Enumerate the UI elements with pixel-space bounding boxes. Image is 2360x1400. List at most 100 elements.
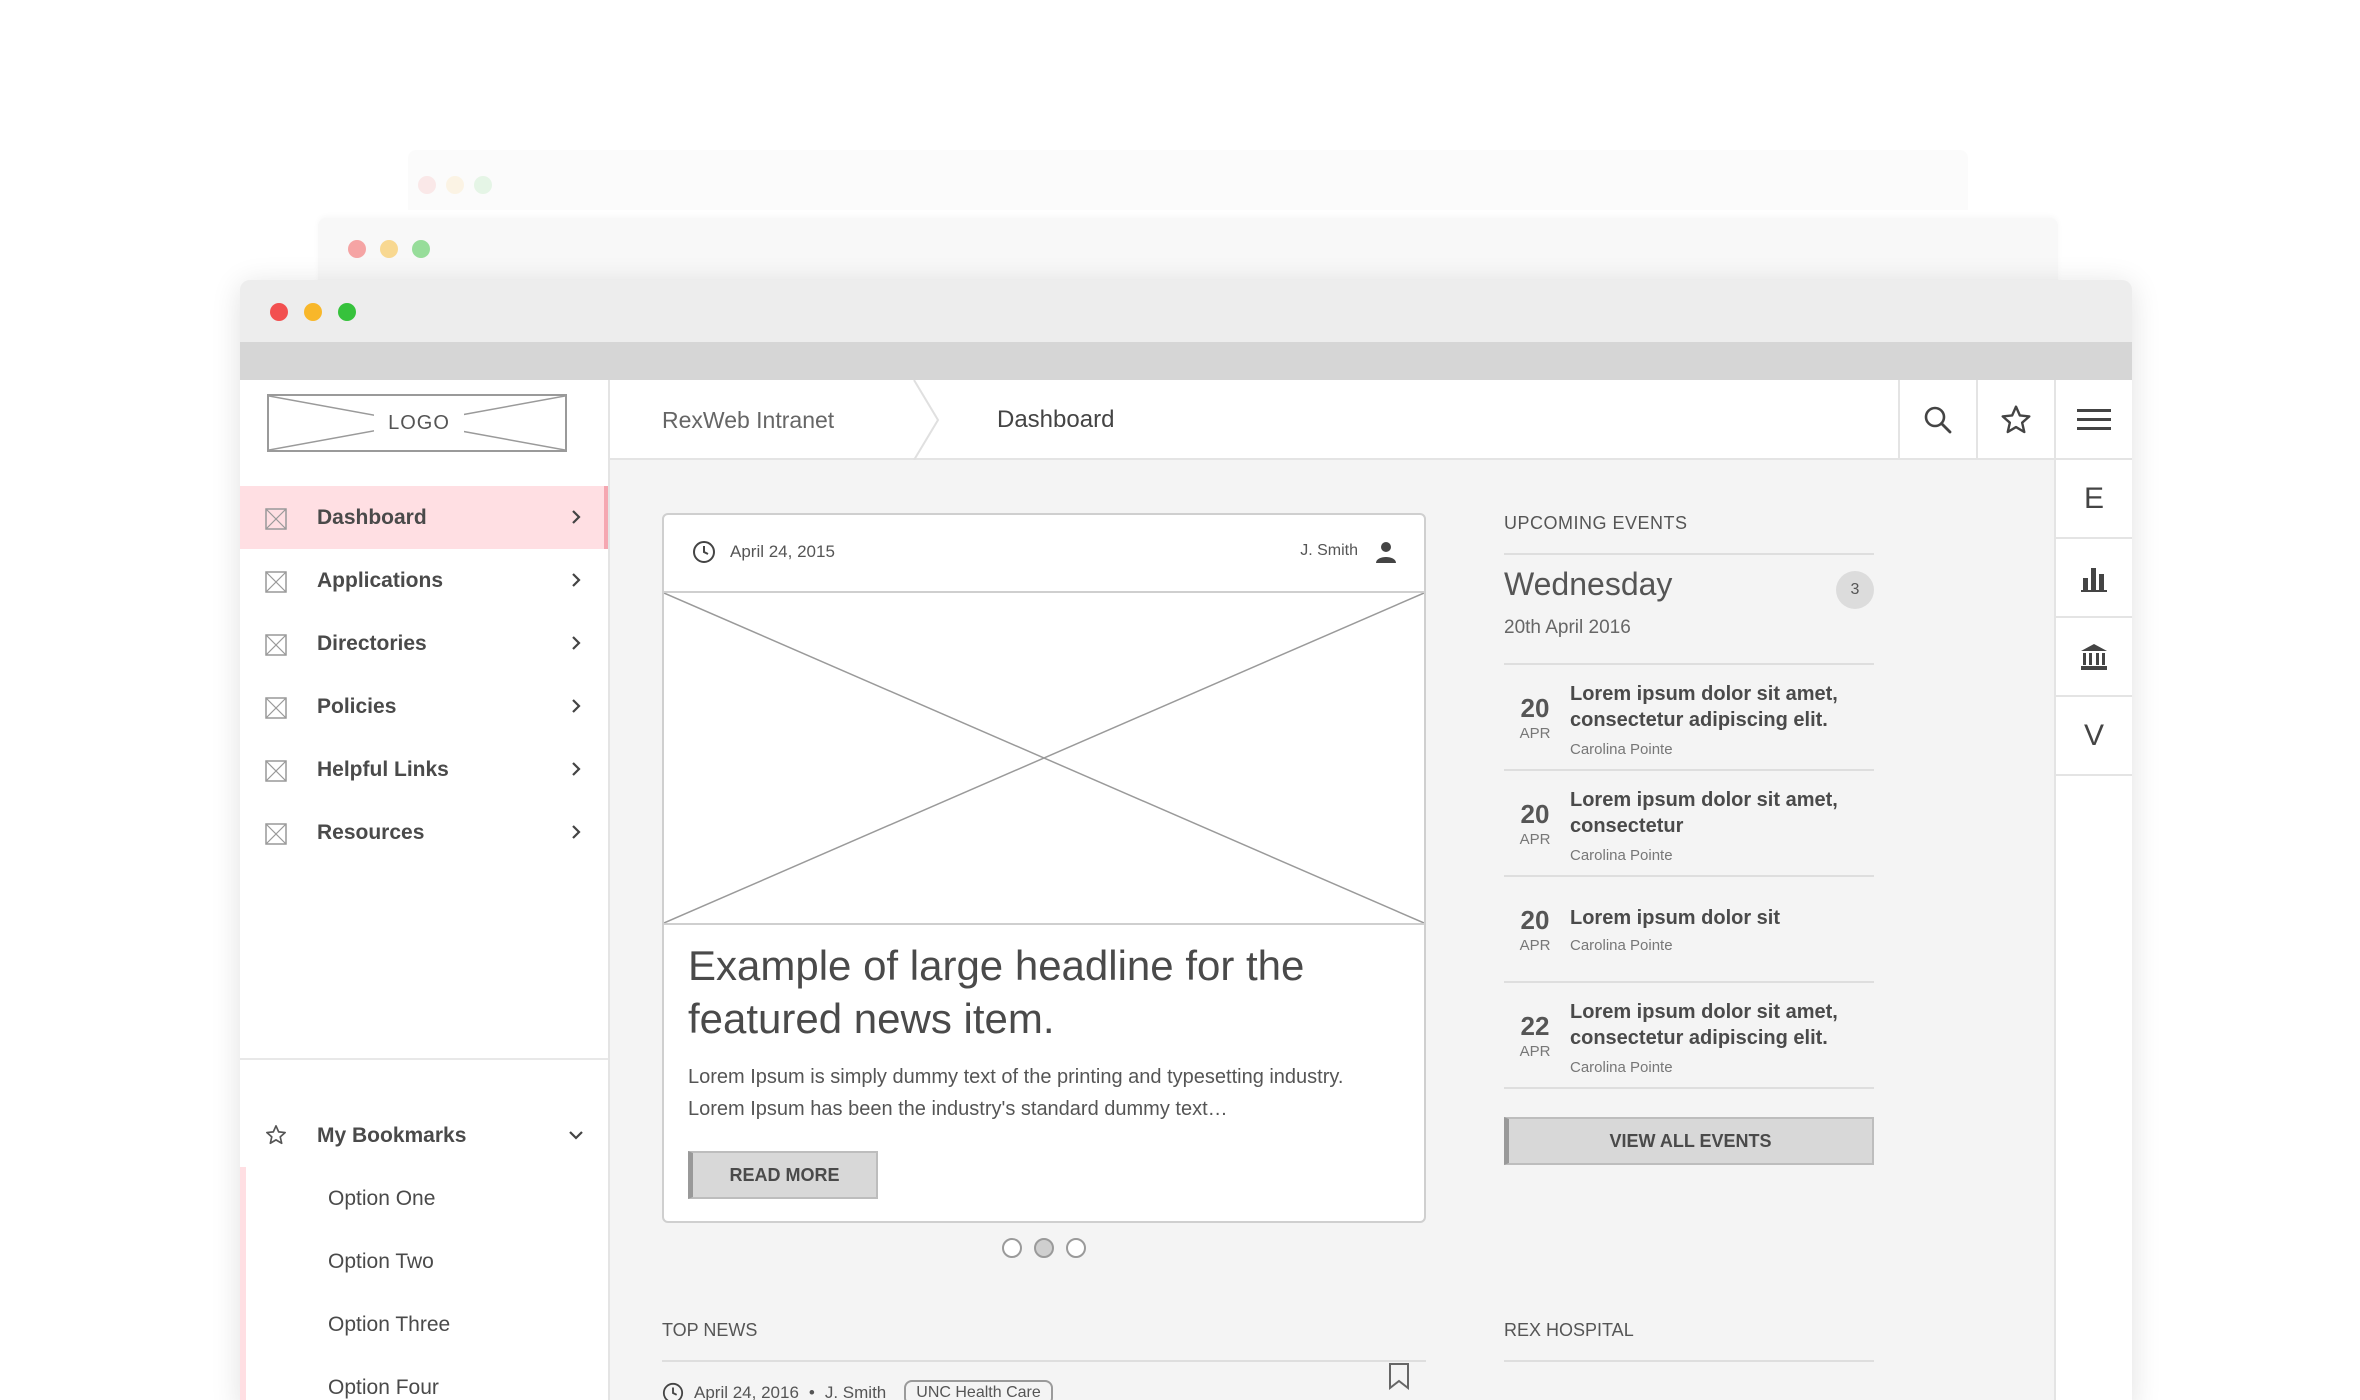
ghost-minimize-dot xyxy=(380,240,398,258)
events-count-badge: 3 xyxy=(1836,571,1874,609)
carousel-dot-active[interactable] xyxy=(1034,1238,1054,1258)
card-meta-bar: April 24, 2015 J. Smith xyxy=(664,515,1424,593)
search-button[interactable] xyxy=(1898,380,1976,460)
user-icon xyxy=(1376,542,1396,563)
events-day: Wednesday xyxy=(1504,566,1673,602)
favorites-button[interactable] xyxy=(1976,380,2054,460)
section-rule xyxy=(1504,1360,1874,1362)
rail-item-chart[interactable] xyxy=(2056,539,2132,618)
event-month: APR xyxy=(1519,937,1551,954)
featured-date: April 24, 2015 xyxy=(730,542,835,561)
event-item[interactable]: 22 APR Lorem ipsum dolor sit amet, conse… xyxy=(1504,981,1874,1089)
featured-news-card: April 24, 2015 J. Smith Example of large… xyxy=(662,513,1426,1223)
ghost-close-dot xyxy=(418,176,436,194)
my-bookmarks-label: My Bookmarks xyxy=(317,1123,467,1147)
rail-item-e[interactable]: E xyxy=(2056,460,2132,539)
bookmarks-list: Option One Option Two Option Three Optio… xyxy=(240,1167,608,1400)
clock-icon xyxy=(662,1382,684,1400)
event-title: Lorem ipsum dolor sit amet, consectetur xyxy=(1570,789,1838,837)
breadcrumb-root[interactable]: RexWeb Intranet xyxy=(662,380,834,460)
section-title: UPCOMING EVENTS xyxy=(1504,513,1688,533)
top-news-tag[interactable]: UNC Health Care xyxy=(904,1380,1053,1400)
clock-icon xyxy=(693,541,715,563)
maximize-button[interactable] xyxy=(338,303,356,321)
sidebar-item-label: Helpful Links xyxy=(317,757,449,781)
sidebar-item-label: Dashboard xyxy=(317,505,427,529)
sidebar-item-label: Applications xyxy=(317,568,444,592)
bookmark-option[interactable]: Option Four xyxy=(246,1356,608,1400)
chevron-right-icon xyxy=(572,573,581,587)
chevron-right-icon xyxy=(572,762,581,776)
event-location: Carolina Pointe xyxy=(1570,741,1673,758)
star-icon xyxy=(266,1125,286,1145)
sidebar-item-label: Policies xyxy=(317,694,397,718)
sidebar-item-dashboard[interactable]: Dashboard xyxy=(240,486,608,549)
event-item[interactable]: 20 APR Lorem ipsum dolor sit amet, conse… xyxy=(1504,663,1874,769)
chevron-right-icon xyxy=(572,825,581,839)
rex-hospital-title: REX HOSPITAL xyxy=(1504,1320,1634,1340)
section-rule xyxy=(662,1360,1426,1362)
event-month: APR xyxy=(1519,725,1551,742)
menu-button[interactable] xyxy=(2054,380,2132,460)
featured-image-placeholder[interactable] xyxy=(664,593,1424,925)
top-news-meta: April 24, 2016 • J. Smith UNC Health Car… xyxy=(662,1380,1053,1400)
bookmark-icon[interactable] xyxy=(1388,1362,1410,1390)
rail-letter: E xyxy=(2083,481,2104,515)
meta-separator: • xyxy=(808,1383,815,1400)
ghost-close-dot xyxy=(348,240,366,258)
my-bookmarks-toggle[interactable]: My Bookmarks xyxy=(240,1104,608,1167)
sidebar-item-label: Resources xyxy=(317,820,425,844)
event-day-number: 20 xyxy=(1520,905,1550,935)
search-icon xyxy=(1924,406,1952,434)
sidebar-item-policies[interactable]: Policies xyxy=(240,675,608,738)
sidebar-item-applications[interactable]: Applications xyxy=(240,549,608,612)
ghost-maximize-dot xyxy=(474,176,492,194)
rail-item-bank[interactable] xyxy=(2056,618,2132,697)
bookmark-option[interactable]: Option Three xyxy=(246,1293,608,1356)
minimize-button[interactable] xyxy=(304,303,322,321)
image-placeholder-icon xyxy=(265,760,287,782)
read-more-button[interactable]: READ MORE xyxy=(688,1151,878,1199)
event-location: Carolina Pointe xyxy=(1570,1059,1673,1076)
sidebar-item-resources[interactable]: Resources xyxy=(240,801,608,864)
sidebar: LOGO Dashboard Applications Directories … xyxy=(240,380,610,1400)
event-item[interactable]: 20 APR Lorem ipsum dolor sit amet, conse… xyxy=(1504,769,1874,875)
carousel-dot[interactable] xyxy=(1066,1238,1086,1258)
background-window-far xyxy=(408,150,1968,210)
bookmark-option[interactable]: Option Two xyxy=(246,1230,608,1293)
title-bar xyxy=(240,280,2132,342)
carousel-dot[interactable] xyxy=(1002,1238,1022,1258)
breadcrumb-current: Dashboard xyxy=(997,406,1115,433)
chevron-right-icon xyxy=(572,699,581,713)
chevron-right-icon xyxy=(572,510,581,524)
upcoming-events: UPCOMING EVENTS Wednesday 3 20th April 2… xyxy=(1504,513,1874,1113)
featured-headline[interactable]: Example of large headline for the featur… xyxy=(688,939,1388,1045)
bookmark-option[interactable]: Option One xyxy=(246,1167,608,1230)
event-location: Carolina Pointe xyxy=(1570,937,1673,954)
right-rail: E V xyxy=(2054,460,2132,1400)
chevron-right-icon xyxy=(572,636,581,650)
event-title: Lorem ipsum dolor sit amet, consectetur … xyxy=(1570,1001,1838,1049)
event-location: Carolina Pointe xyxy=(1570,847,1673,864)
close-button[interactable] xyxy=(270,303,288,321)
event-month: APR xyxy=(1519,831,1551,848)
browser-window: LOGO Dashboard Applications Directories … xyxy=(240,280,2132,1400)
top-news-author: J. Smith xyxy=(824,1383,887,1400)
rail-letter: V xyxy=(2083,718,2104,752)
rail-item-v[interactable]: V xyxy=(2056,697,2132,776)
view-all-events-button[interactable]: VIEW ALL EVENTS xyxy=(1504,1117,1874,1165)
featured-author: J. Smith xyxy=(1300,542,1358,559)
image-placeholder-icon xyxy=(265,634,287,656)
carousel-pager xyxy=(1002,1238,1086,1258)
image-placeholder-icon xyxy=(265,823,287,845)
event-day-number: 20 xyxy=(1520,693,1550,723)
sidebar-item-helpful-links[interactable]: Helpful Links xyxy=(240,738,608,801)
event-title: Lorem ipsum dolor sit xyxy=(1570,907,1781,929)
event-day-number: 20 xyxy=(1520,799,1550,829)
featured-excerpt: Lorem Ipsum is simply dummy text of the … xyxy=(688,1066,1344,1120)
event-item[interactable]: 20 APR Lorem ipsum dolor sit Carolina Po… xyxy=(1504,875,1874,981)
sidebar-item-directories[interactable]: Directories xyxy=(240,612,608,675)
sidebar-nav: Dashboard Applications Directories Polic… xyxy=(240,486,608,864)
section-rule xyxy=(1504,553,1874,555)
logo[interactable]: LOGO xyxy=(267,394,567,452)
